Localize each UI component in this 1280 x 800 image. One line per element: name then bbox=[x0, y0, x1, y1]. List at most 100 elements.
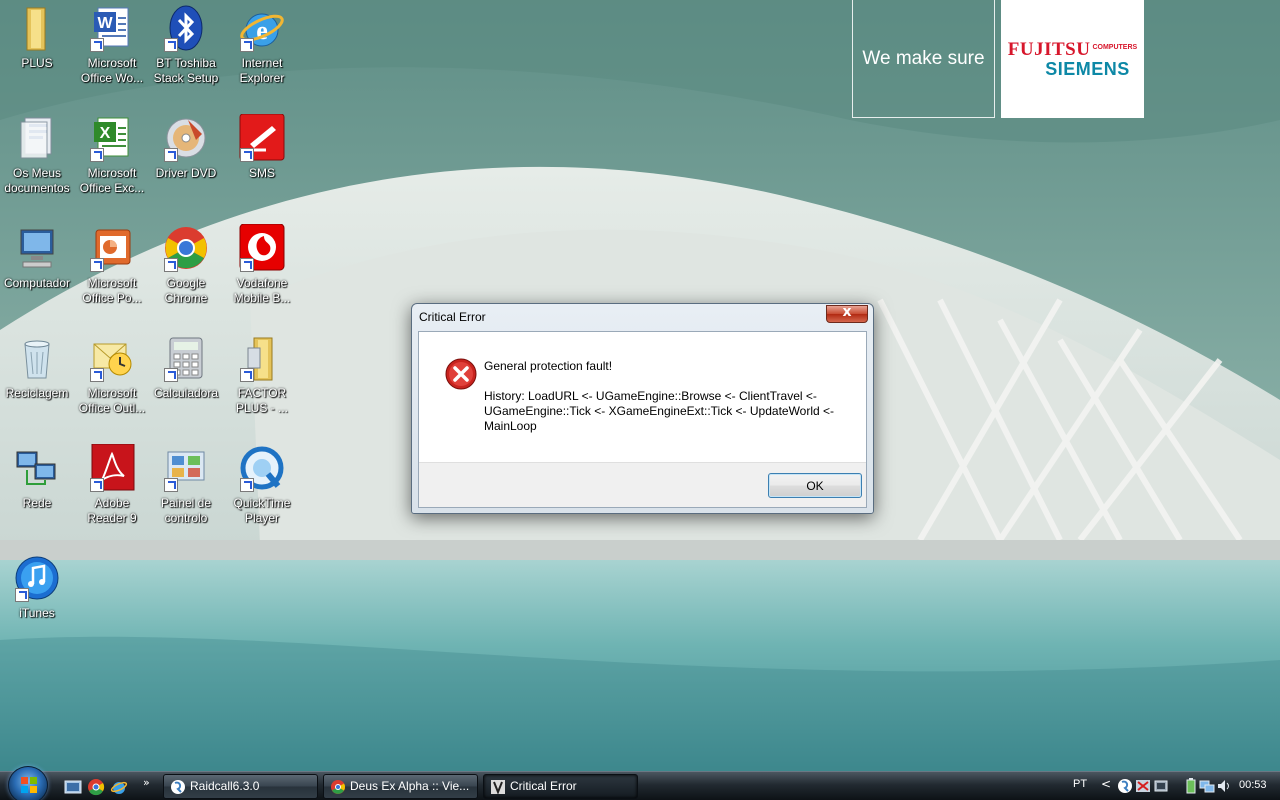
network-icon bbox=[16, 451, 56, 485]
desktop-icon-itunes[interactable]: iTunes bbox=[0, 554, 75, 654]
shortcut-arrow-icon bbox=[240, 148, 254, 162]
show-desktop-icon[interactable] bbox=[64, 778, 82, 796]
desktop-icon-label: FACTOR PLUS - ... bbox=[235, 386, 288, 415]
error-heading: General protection fault! bbox=[484, 359, 613, 373]
raidcall-icon bbox=[171, 780, 185, 794]
desktop-icon-label: PLUS bbox=[21, 56, 53, 70]
task-button-critical-error[interactable]: Critical Error bbox=[483, 774, 638, 799]
desktop-icon-internet-explorer[interactable]: e Internet Explorer bbox=[224, 4, 300, 104]
documents-icon bbox=[20, 117, 52, 159]
task-button-deus-ex-alpha[interactable]: Deus Ex Alpha :: Vie... bbox=[323, 774, 478, 799]
desktop-icon-factor-plus[interactable]: FACTOR PLUS - ... bbox=[224, 334, 300, 434]
desktop-icon-label: Painel de controlo bbox=[160, 496, 212, 525]
desktop-icon-label: Reciclagem bbox=[5, 386, 69, 400]
shortcut-arrow-icon bbox=[90, 258, 104, 272]
desktop-icon-label: Microsoft Office Wo... bbox=[80, 56, 144, 85]
shortcut-arrow-icon bbox=[90, 148, 104, 162]
network-tray-icon[interactable] bbox=[1199, 778, 1215, 794]
desktop-icon-label: Rede bbox=[22, 496, 52, 510]
shortcut-arrow-icon bbox=[90, 38, 104, 52]
task-button-label: Raidcall6.3.0 bbox=[190, 779, 260, 793]
desktop-icon-network[interactable]: Rede bbox=[0, 444, 75, 544]
desktop-icon-outlook[interactable]: Microsoft Office Outl... bbox=[74, 334, 150, 434]
chrome-icon[interactable] bbox=[87, 778, 105, 796]
start-button[interactable] bbox=[8, 766, 48, 800]
desktop-icon-label: BT Toshiba Stack Setup bbox=[153, 56, 219, 85]
desktop-icon-calculator[interactable]: Calculadora bbox=[148, 334, 224, 434]
desktop-icon-label: Driver DVD bbox=[155, 166, 217, 180]
desktop-icon-label: Vodafone Mobile B... bbox=[233, 276, 291, 305]
shortcut-arrow-icon bbox=[164, 368, 178, 382]
desktop-icon-label: iTunes bbox=[19, 606, 55, 620]
critical-error-dialog[interactable]: Critical Error x General protection faul… bbox=[411, 303, 874, 514]
shortcut-arrow-icon bbox=[240, 478, 254, 492]
desktop-icon-recycle-bin[interactable]: Reciclagem bbox=[0, 334, 75, 434]
computer-icon bbox=[20, 229, 54, 268]
desktop-icon-word[interactable]: W Microsoft Office Wo... bbox=[74, 4, 150, 104]
recycle-bin-icon bbox=[24, 340, 50, 379]
desktop-icon-plus[interactable]: PLUS bbox=[0, 4, 75, 104]
shortcut-arrow-icon bbox=[164, 258, 178, 272]
raidcall-tray-icon[interactable] bbox=[1117, 778, 1133, 794]
desktop-icon-label: Google Chrome bbox=[164, 276, 208, 305]
dialog-close-button[interactable]: x bbox=[826, 304, 868, 323]
brand-logo: FUJITSU COMPUTERS SIEMENS bbox=[1001, 0, 1144, 118]
brand-logo-siemens: SIEMENS bbox=[1045, 58, 1130, 79]
dialog-title: Critical Error bbox=[419, 310, 486, 324]
desktop-icon-label: Adobe Reader 9 bbox=[87, 496, 137, 525]
shortcut-arrow-icon bbox=[90, 478, 104, 492]
chrome-icon bbox=[331, 780, 345, 794]
dialog-body: General protection fault! History: LoadU… bbox=[418, 331, 867, 508]
dialog-content: General protection fault! History: LoadU… bbox=[419, 332, 866, 462]
quick-launch-more-button[interactable]: » bbox=[143, 776, 150, 789]
windows-logo-icon bbox=[21, 777, 37, 793]
desktop-icon-quicktime[interactable]: QuickTime Player bbox=[224, 444, 300, 544]
desktop-icon-label: QuickTime Player bbox=[233, 496, 291, 525]
desktop-icon-documents[interactable]: Os Meus documentos bbox=[0, 114, 75, 214]
folder-icon bbox=[26, 7, 46, 51]
error-icon bbox=[445, 358, 477, 390]
vodafone-tray-icon[interactable] bbox=[1135, 778, 1151, 794]
desktop-icon-computer[interactable]: Computador bbox=[0, 224, 75, 324]
svg-text:W: W bbox=[97, 15, 113, 32]
desktop-icon-label: SMS bbox=[248, 166, 275, 180]
desktop-icon-driver-dvd[interactable]: Driver DVD bbox=[148, 114, 224, 214]
deus-ex-icon bbox=[491, 780, 505, 795]
task-button-raidcall[interactable]: Raidcall6.3.0 bbox=[163, 774, 318, 799]
desktop-icon-label: Microsoft Office Po... bbox=[82, 276, 142, 305]
tray-expand-button[interactable]: < bbox=[1101, 777, 1111, 791]
volume-icon[interactable] bbox=[1216, 778, 1232, 794]
shortcut-arrow-icon bbox=[15, 588, 29, 602]
desktop-icon-label: Microsoft Office Exc... bbox=[79, 166, 145, 195]
desktop-icon-chrome[interactable]: Google Chrome bbox=[148, 224, 224, 324]
shortcut-arrow-icon bbox=[240, 368, 254, 382]
device-tray-icon[interactable] bbox=[1153, 778, 1169, 794]
brand-logo-fujitsu: FUJITSU bbox=[1007, 38, 1091, 60]
brand-logo-computers: COMPUTERS bbox=[1092, 43, 1138, 51]
desktop-icon-label: Os Meus documentos bbox=[4, 166, 70, 195]
desktop-icon-bluetooth[interactable]: BT Toshiba Stack Setup bbox=[148, 4, 224, 104]
task-button-label: Critical Error bbox=[510, 779, 577, 793]
desktop-icon-adobe-reader[interactable]: Adobe Reader 9 bbox=[74, 444, 150, 544]
brand-slogan: We make sure bbox=[852, 0, 995, 118]
desktop-icon-excel[interactable]: X Microsoft Office Exc... bbox=[74, 114, 150, 214]
shortcut-arrow-icon bbox=[240, 258, 254, 272]
shortcut-arrow-icon bbox=[164, 148, 178, 162]
desktop-icon-vodafone[interactable]: Vodafone Mobile B... bbox=[224, 224, 300, 324]
desktop-icon-powerpoint[interactable]: Microsoft Office Po... bbox=[74, 224, 150, 324]
ok-button[interactable]: OK bbox=[768, 473, 862, 498]
desktop-icon-label: Microsoft Office Outl... bbox=[78, 386, 146, 415]
desktop-icon-label: Computador bbox=[3, 276, 71, 290]
close-icon: x bbox=[842, 304, 852, 320]
taskbar: » Raidcall6.3.0 Deus Ex Alpha :: Vie... … bbox=[0, 766, 1280, 800]
clock[interactable]: 00:53 bbox=[1239, 779, 1267, 791]
dialog-footer: OK bbox=[419, 462, 866, 507]
desktop-icon-control-panel[interactable]: Painel de controlo bbox=[148, 444, 224, 544]
internet-explorer-icon[interactable] bbox=[110, 778, 128, 796]
task-button-label: Deus Ex Alpha :: Vie... bbox=[350, 779, 470, 793]
desktop-icon-sms[interactable]: SMS bbox=[224, 114, 300, 214]
shortcut-arrow-icon bbox=[164, 38, 178, 52]
language-indicator[interactable]: PT bbox=[1073, 778, 1087, 790]
shortcut-arrow-icon bbox=[240, 38, 254, 52]
battery-icon[interactable] bbox=[1183, 778, 1199, 794]
